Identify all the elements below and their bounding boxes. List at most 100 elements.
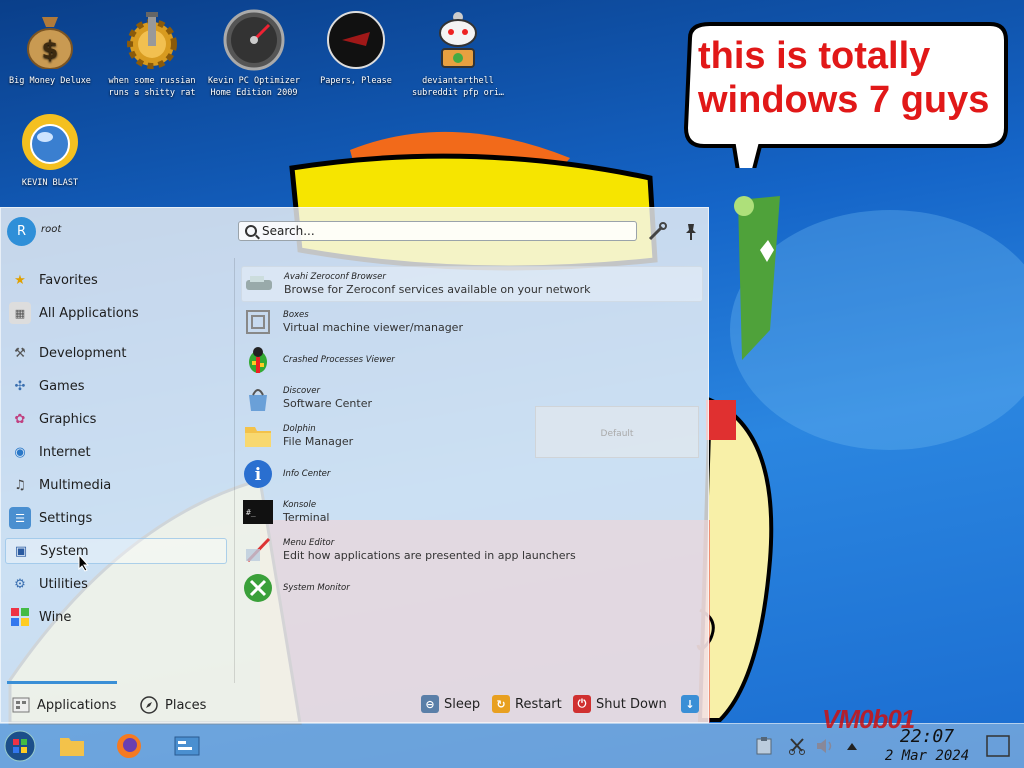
search-icon bbox=[245, 225, 257, 237]
shutdown-label: Shut Down bbox=[596, 696, 667, 712]
desktop-icon-big-money-deluxe[interactable]: $ Big Money Deluxe bbox=[2, 4, 98, 87]
desktop-icon-label: Kevin PC Optimizer Home Edition 2009 bbox=[207, 76, 301, 98]
shutdown-button[interactable]: ⏻ Shut Down bbox=[573, 692, 667, 716]
system-monitor-icon bbox=[241, 571, 275, 605]
speech-bubble-text: this is totally windows 7 guys bbox=[698, 35, 990, 121]
category-all-applications[interactable]: ▦ All Applications bbox=[5, 300, 227, 326]
tray-cut[interactable] bbox=[785, 730, 809, 762]
desktop-icon-label: Papers, Please bbox=[320, 76, 392, 86]
category-label: Favorites bbox=[39, 272, 98, 288]
desktop-icon-kevin-blast[interactable]: KEVIN BLAST bbox=[2, 106, 98, 189]
pin-icon[interactable] bbox=[681, 222, 701, 242]
show-desktop-button[interactable] bbox=[984, 730, 1012, 762]
games-icon: ✣ bbox=[14, 378, 26, 394]
desktop-icon-papers-please[interactable]: Papers, Please bbox=[308, 4, 404, 87]
more-power-options-button[interactable]: ↓ bbox=[681, 692, 699, 716]
restart-button[interactable]: ↻ Restart bbox=[492, 692, 562, 716]
configure-icon[interactable] bbox=[647, 222, 667, 242]
settings-icon: ☰ bbox=[9, 507, 31, 529]
app-description: Terminal bbox=[283, 511, 330, 524]
category-label: Games bbox=[39, 378, 85, 394]
system-icon: ▣ bbox=[14, 543, 28, 559]
app-name: Avahi Zeroconf Browser bbox=[284, 272, 386, 282]
divider bbox=[234, 258, 235, 683]
star-icon: ★ bbox=[14, 272, 26, 288]
search-input[interactable]: Search... bbox=[238, 221, 637, 241]
app-name: Dolphin bbox=[283, 424, 316, 434]
category-system[interactable]: ▣ System bbox=[5, 538, 227, 564]
settings-icon bbox=[174, 736, 200, 756]
category-label: All Applications bbox=[39, 305, 139, 321]
desktop-icon-kevin-pc-optimizer[interactable]: Kevin PC Optimizer Home Edition 2009 bbox=[206, 4, 302, 99]
watermark: VM0b01 bbox=[822, 704, 915, 734]
start-button[interactable] bbox=[4, 730, 36, 762]
taskbar-file-manager[interactable] bbox=[56, 730, 88, 762]
tray-clipboard[interactable] bbox=[752, 730, 776, 762]
folder-icon bbox=[241, 419, 275, 453]
wine-icon bbox=[9, 606, 31, 628]
svg-text:i: i bbox=[255, 465, 262, 485]
active-tab-indicator bbox=[7, 681, 117, 684]
scissors-icon bbox=[789, 738, 805, 755]
graphics-icon: ✿ bbox=[14, 411, 26, 427]
folder-icon bbox=[60, 738, 84, 756]
bug-icon bbox=[241, 343, 275, 377]
restart-icon: ↻ bbox=[492, 695, 510, 713]
firefox-icon bbox=[117, 734, 141, 758]
app-konsole[interactable]: #_ Konsole Terminal bbox=[241, 494, 703, 530]
category-games[interactable]: ✣ Games bbox=[5, 373, 227, 399]
taskbar-firefox[interactable] bbox=[113, 730, 145, 762]
desktop-icon-label: when some russian runs a shitty rat bbox=[108, 76, 196, 98]
category-settings[interactable]: ☰ Settings bbox=[5, 505, 227, 531]
desktop-icon-label: Big Money Deluxe bbox=[9, 76, 91, 86]
app-description: Browse for Zeroconf services available o… bbox=[284, 283, 591, 296]
app-menu-editor[interactable]: Menu Editor Edit how applications are pre… bbox=[241, 532, 703, 568]
app-info-center[interactable]: i Info Center bbox=[241, 456, 703, 492]
menu-editor-icon bbox=[241, 533, 275, 567]
category-label: Settings bbox=[39, 510, 93, 526]
app-name: Konsole bbox=[283, 500, 317, 510]
tab-places[interactable]: Places bbox=[139, 692, 206, 718]
category-wine[interactable]: Wine bbox=[5, 604, 227, 630]
category-utilities[interactable]: ⚙ Utilities bbox=[5, 571, 227, 597]
tab-applications[interactable]: Applications bbox=[11, 692, 116, 718]
sleep-icon: ⊖ bbox=[421, 695, 439, 713]
network-browser-icon bbox=[242, 267, 276, 301]
category-label: Development bbox=[39, 345, 127, 361]
restart-label: Restart bbox=[515, 696, 562, 712]
svg-text:#_: #_ bbox=[246, 508, 256, 517]
app-boxes[interactable]: Boxes Virtual machine viewer/manager bbox=[241, 304, 703, 340]
svg-text:$: $ bbox=[42, 36, 59, 64]
tab-label: Places bbox=[165, 697, 207, 713]
application-launcher: R root Search... ★ Favorites ▦ All Appli… bbox=[0, 207, 709, 723]
category-multimedia[interactable]: ♫ Multimedia bbox=[5, 472, 227, 498]
desktop-icon-label: deviantarthell subreddit pfp ori… bbox=[411, 76, 505, 98]
grid-icon: ▦ bbox=[9, 302, 31, 324]
taskbar-system-settings[interactable] bbox=[171, 730, 203, 762]
app-description: Virtual machine viewer/manager bbox=[283, 321, 463, 334]
category-development[interactable]: ⚒ Development bbox=[5, 340, 227, 366]
category-favorites[interactable]: ★ Favorites bbox=[5, 267, 227, 293]
category-internet[interactable]: ◉ Internet bbox=[5, 439, 227, 465]
avatar[interactable]: R bbox=[7, 217, 36, 246]
desktop-icon-russian-rat[interactable]: when some russian runs a shitty rat bbox=[104, 4, 200, 99]
app-description: File Manager bbox=[283, 435, 354, 448]
category-label: Wine bbox=[39, 609, 72, 625]
category-label: Multimedia bbox=[39, 477, 112, 493]
sleep-button[interactable]: ⊖ Sleep bbox=[421, 692, 480, 716]
clock-date: 2 Mar 2024 bbox=[884, 748, 970, 764]
app-name: Crashed Processes Viewer bbox=[283, 355, 395, 365]
category-label: Internet bbox=[39, 444, 91, 460]
app-name: Menu Editor bbox=[283, 538, 335, 548]
desktop-icon-label: KEVIN BLAST bbox=[21, 178, 79, 188]
category-graphics[interactable]: ✿ Graphics bbox=[5, 406, 227, 432]
desktop-icon-deviantarthell[interactable]: deviantarthell subreddit pfp ori… bbox=[410, 4, 506, 99]
development-icon: ⚒ bbox=[14, 345, 26, 361]
app-description: Edit how applications are presented in a… bbox=[283, 549, 576, 562]
power-icon: ⏻ bbox=[573, 695, 591, 713]
app-crashed-processes-viewer[interactable]: Crashed Processes Viewer bbox=[241, 342, 703, 378]
user-name: root bbox=[41, 224, 62, 235]
category-label: Utilities bbox=[39, 576, 88, 592]
app-avahi-zeroconf-browser[interactable]: Avahi Zeroconf Browser Browse for Zerocon… bbox=[241, 266, 703, 302]
app-system-monitor[interactable]: System Monitor bbox=[241, 570, 703, 606]
